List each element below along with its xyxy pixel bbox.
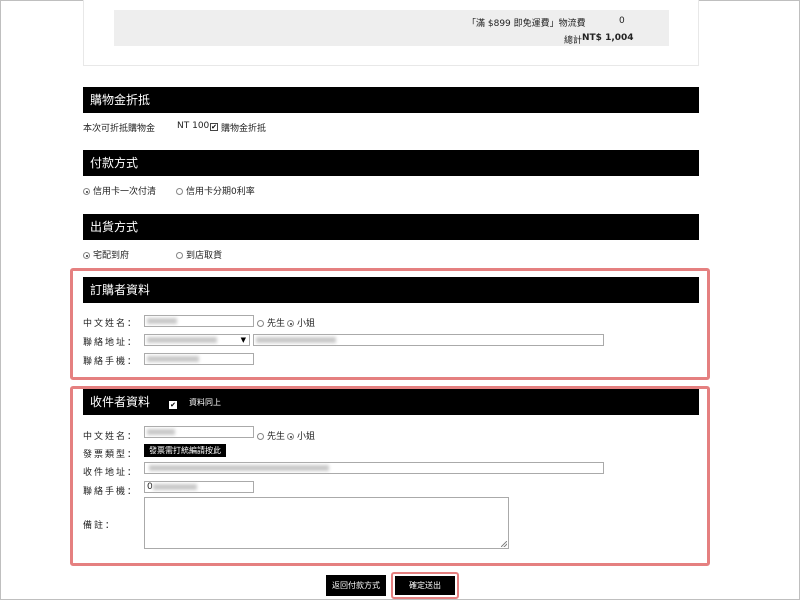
order-summary: 「滿 $899 即免運費」物流費 0 總計 NT$ 1,004 xyxy=(114,10,669,46)
back-to-payment-button[interactable]: 返回付款方式 xyxy=(326,575,386,596)
payment-option-lump[interactable]: 信用卡一次付清 xyxy=(83,184,156,197)
total-label: 總計 xyxy=(564,36,583,46)
receiver-phone-label: 聯絡手機： xyxy=(83,487,139,497)
discount-row-label: 本次可折抵購物金 xyxy=(83,124,156,134)
radio-icon xyxy=(83,252,90,259)
confirm-submit-button[interactable]: 確定送出 xyxy=(395,576,455,595)
receiver-address-input[interactable] xyxy=(144,462,604,474)
buyer-name-label: 中文姓名： xyxy=(83,319,139,329)
total-value: NT$ 1,004 xyxy=(582,33,634,43)
buyer-address-label: 聯絡地址： xyxy=(83,338,139,348)
receiver-title: 收件者資料 xyxy=(90,395,151,409)
receiver-address-label: 收件地址： xyxy=(83,468,139,478)
payment-section-header: 付款方式 xyxy=(83,150,699,176)
radio-icon xyxy=(287,320,294,327)
receiver-name-input[interactable] xyxy=(144,426,254,438)
radio-icon xyxy=(257,320,264,327)
buyer-gender-mr[interactable]: 先生 xyxy=(257,316,285,329)
shipping-fee-label: 「滿 $899 即免運費」物流費 xyxy=(467,19,586,29)
receiver-gender-ms[interactable]: 小姐 xyxy=(287,429,315,442)
payment-option-installment[interactable]: 信用卡分期0利率 xyxy=(176,184,255,197)
radio-icon xyxy=(176,252,183,259)
redacted-value xyxy=(147,337,217,343)
radio-icon xyxy=(257,433,264,440)
radio-icon xyxy=(287,433,294,440)
redacted-value xyxy=(149,465,329,471)
shipping-option-store[interactable]: 到店取貨 xyxy=(176,248,222,261)
buyer-phone-input[interactable] xyxy=(144,353,254,365)
redacted-value xyxy=(147,429,175,435)
radio-icon xyxy=(83,188,90,195)
receiver-gender-mr[interactable]: 先生 xyxy=(257,429,285,442)
receiver-section-header: 收件者資料 ✔ 資料同上 xyxy=(83,389,699,415)
buyer-city-select[interactable]: ▼ xyxy=(144,334,250,346)
shipping-option-home[interactable]: 宅配到府 xyxy=(83,248,129,261)
chevron-down-icon: ▼ xyxy=(240,336,246,344)
radio-icon xyxy=(176,188,183,195)
redacted-value xyxy=(147,356,199,362)
invoice-tax-id-button[interactable]: 發票需打統編請按此 xyxy=(144,444,226,457)
receiver-phone-input[interactable]: 0 xyxy=(144,481,254,493)
note-label: 備註： xyxy=(83,521,117,531)
invoice-type-label: 發票類型： xyxy=(83,450,139,460)
buyer-address-input[interactable] xyxy=(253,334,604,346)
redacted-value xyxy=(256,337,336,343)
buyer-name-input[interactable] xyxy=(144,315,254,327)
buyer-phone-label: 聯絡手機： xyxy=(83,357,139,367)
same-as-buyer-label: 資料同上 xyxy=(189,398,221,407)
resize-handle-icon[interactable] xyxy=(501,541,507,547)
note-textarea[interactable] xyxy=(144,497,509,549)
receiver-phone-value: 0 xyxy=(147,482,153,492)
discount-checkbox[interactable]: ✔ xyxy=(208,121,220,131)
buyer-gender-ms[interactable]: 小姐 xyxy=(287,316,315,329)
discount-section-header: 購物金折抵 xyxy=(83,87,699,113)
redacted-value xyxy=(147,318,177,324)
shipping-section-header: 出貨方式 xyxy=(83,214,699,240)
discount-checkbox-label: 購物金折抵 xyxy=(221,124,267,134)
same-as-buyer-checkbox[interactable]: ✔ xyxy=(167,389,179,415)
buyer-section-header: 訂購者資料 xyxy=(83,277,699,303)
shipping-fee-value: 0 xyxy=(619,16,625,26)
discount-amount: NT 100 xyxy=(177,121,210,131)
redacted-value xyxy=(153,484,197,490)
receiver-name-label: 中文姓名： xyxy=(83,432,139,442)
